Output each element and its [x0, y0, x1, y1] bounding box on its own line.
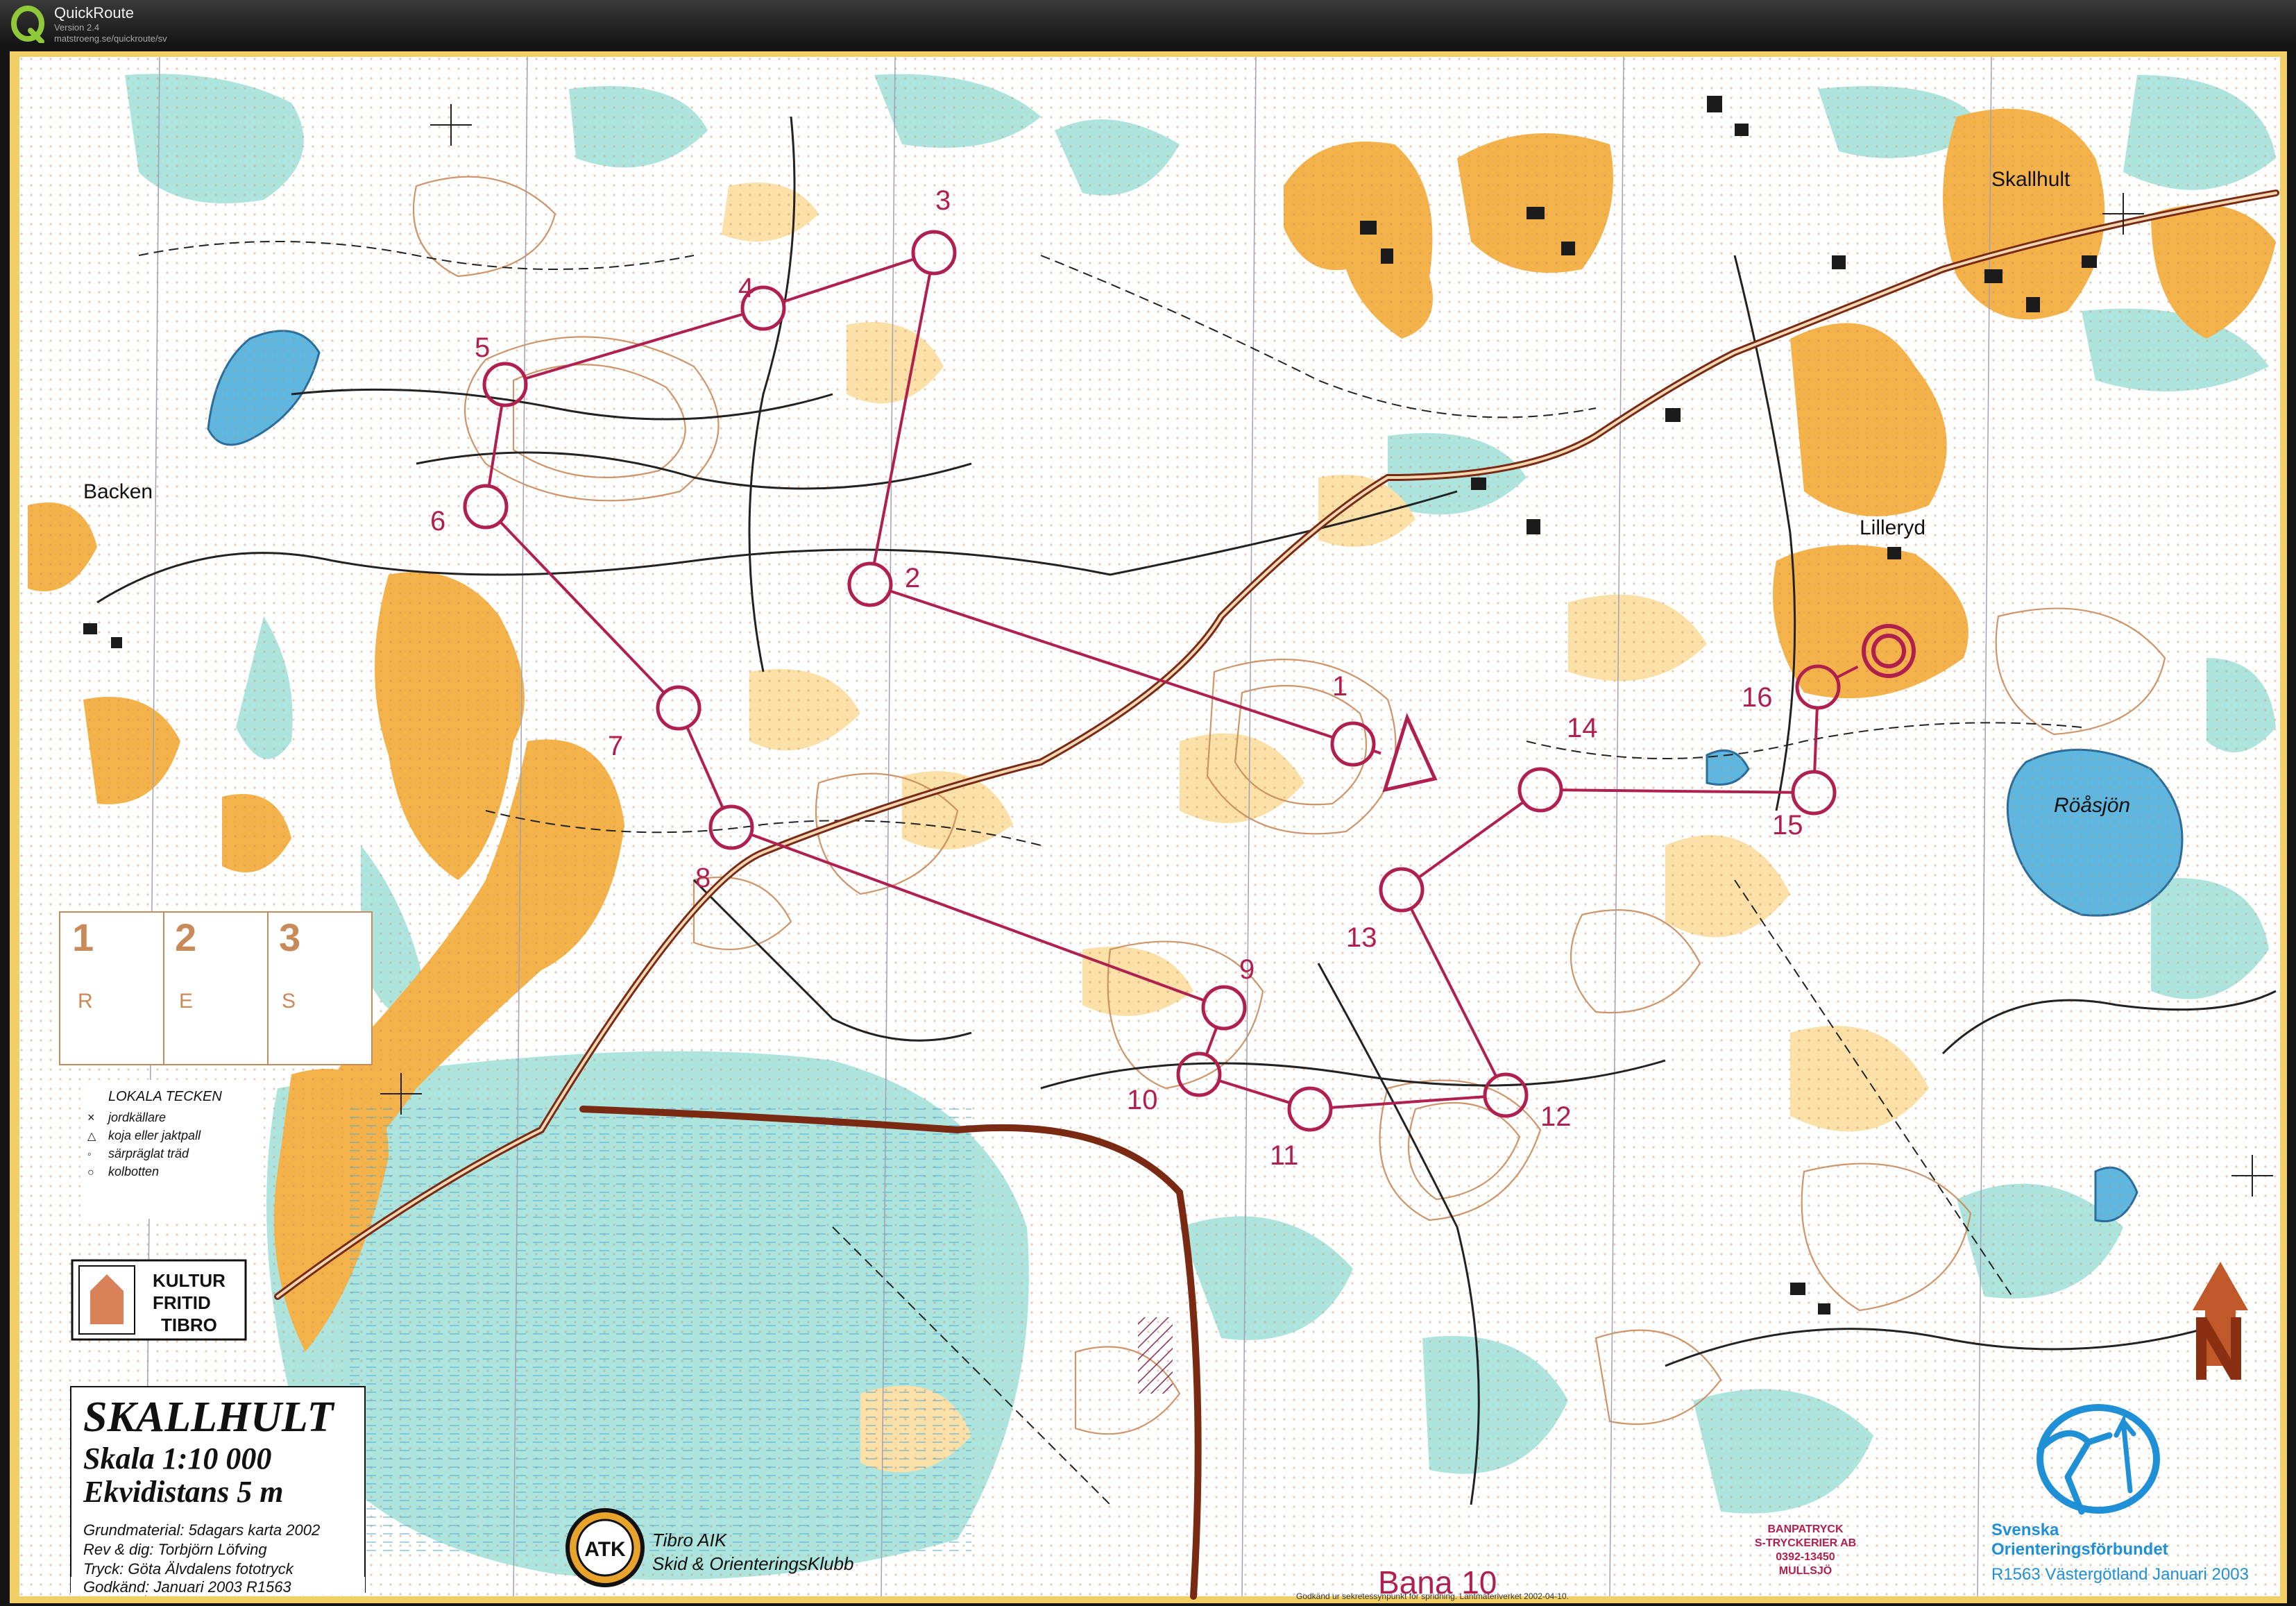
federation-line-1: Svenska: [1991, 1521, 2059, 1539]
credit-1: Grundmaterial: 5dagars karta 2002: [83, 1521, 320, 1539]
control-number: 2: [905, 563, 920, 593]
control-number: 1: [1332, 671, 1347, 702]
legend-x-icon: ×: [87, 1110, 95, 1124]
printer-line-3: 0392-13450: [1776, 1551, 1835, 1563]
legend-circle-icon: ○: [87, 1167, 94, 1178]
control-number: 12: [1540, 1101, 1572, 1132]
control-number: 11: [1270, 1140, 1299, 1171]
app-version: Version 2.4: [54, 22, 100, 33]
control-number: 9: [1239, 954, 1255, 985]
atk-line-2: Skid & OrienteringsKlubb: [652, 1553, 853, 1574]
legend-title: LOKALA TECKEN: [108, 1089, 222, 1104]
federation-line-2: Orienteringsförbundet: [1991, 1540, 2168, 1559]
place-backen: Backen: [83, 480, 153, 503]
orienteering-map[interactable]: Backen Skallhult Lilleryd Röåsjön 123456…: [0, 47, 2296, 1606]
approval-note: Godkänd ur sekretessynpunkt för spridnin…: [1296, 1591, 1569, 1601]
control-number: 14: [1567, 713, 1598, 743]
printer-line-2: S-TRYCKERIER AB: [1755, 1537, 1856, 1549]
legend-item-1: jordkällare: [106, 1110, 166, 1124]
federation-footer: R1563 Västergötland Januari 2003: [1991, 1565, 2249, 1584]
res-box: 1 2 3 R E S: [59, 911, 373, 1065]
control-number: 8: [695, 863, 711, 893]
map-canvas[interactable]: Backen Skallhult Lilleryd Röåsjön 123456…: [0, 47, 2296, 1606]
control-number: 7: [608, 731, 623, 761]
legend-item-4: kolbotten: [108, 1165, 159, 1178]
legend-local-symbols: LOKALA TECKEN × jordkällare △ koja eller…: [80, 1080, 264, 1219]
place-lilleryd: Lilleryd: [1860, 516, 1925, 539]
credit-2: Rev & dig: Torbjörn Löfving: [83, 1541, 267, 1558]
title-block: SKALLHULT Skala 1:10 000 Ekvidistans 5 m…: [70, 1386, 366, 1593]
logo-line-2: FRITID: [153, 1292, 211, 1313]
logo-line-1: KULTUR: [153, 1270, 226, 1291]
control-number: 5: [475, 332, 490, 363]
res-number-1: 1: [72, 915, 94, 959]
legend-item-2: koja eller jaktpall: [108, 1129, 201, 1142]
res-number-2: 2: [175, 915, 196, 959]
control-number: 15: [1772, 810, 1803, 840]
map-contour: Ekvidistans 5 m: [83, 1475, 284, 1509]
kultur-fritid-logo: KULTUR FRITID TIBRO: [71, 1259, 247, 1341]
printer-line-1: BANPATRYCK: [1767, 1523, 1843, 1535]
control-number: 6: [430, 506, 445, 536]
printer-line-4: MULLSJÖ: [1779, 1564, 1832, 1577]
app-url: matstroeng.se/quickroute/sv: [54, 33, 167, 44]
control-number: 3: [935, 185, 951, 216]
place-skallhult: Skallhult: [1991, 168, 2070, 191]
control-number: 4: [738, 273, 754, 303]
out-of-bounds-area: [1138, 1317, 1173, 1394]
control-number: 16: [1742, 682, 1773, 713]
marsh-texture: [347, 1102, 971, 1553]
atk-badge: ATK: [584, 1538, 626, 1561]
app-titlebar: QuickRoute Version 2.4 matstroeng.se/qui…: [0, 0, 2296, 47]
res-letter-r: R: [78, 990, 93, 1013]
control-number: 13: [1346, 922, 1377, 953]
legend-tree-icon: ◦: [87, 1149, 92, 1160]
quickroute-logo-icon: [11, 6, 44, 43]
legend-triangle-icon: △: [87, 1131, 96, 1142]
legend-item-3: särpräglat träd: [108, 1147, 189, 1160]
res-letter-e: E: [179, 990, 193, 1013]
map-scale: Skala 1:10 000: [83, 1442, 271, 1476]
res-letter-s: S: [282, 990, 296, 1013]
app-title: QuickRoute: [54, 4, 134, 22]
place-roasjon: Röåsjön: [2054, 794, 2130, 817]
logo-line-3: TIBRO: [161, 1315, 217, 1335]
credit-4: Godkänd: Januari 2003 R1563: [83, 1578, 291, 1596]
control-number: 10: [1127, 1085, 1158, 1115]
atk-line-1: Tibro AIK: [652, 1530, 728, 1550]
credit-3: Tryck: Göta Älvdalens fototryck: [83, 1560, 294, 1578]
res-number-3: 3: [279, 915, 300, 959]
map-title: SKALLHULT: [83, 1394, 335, 1441]
